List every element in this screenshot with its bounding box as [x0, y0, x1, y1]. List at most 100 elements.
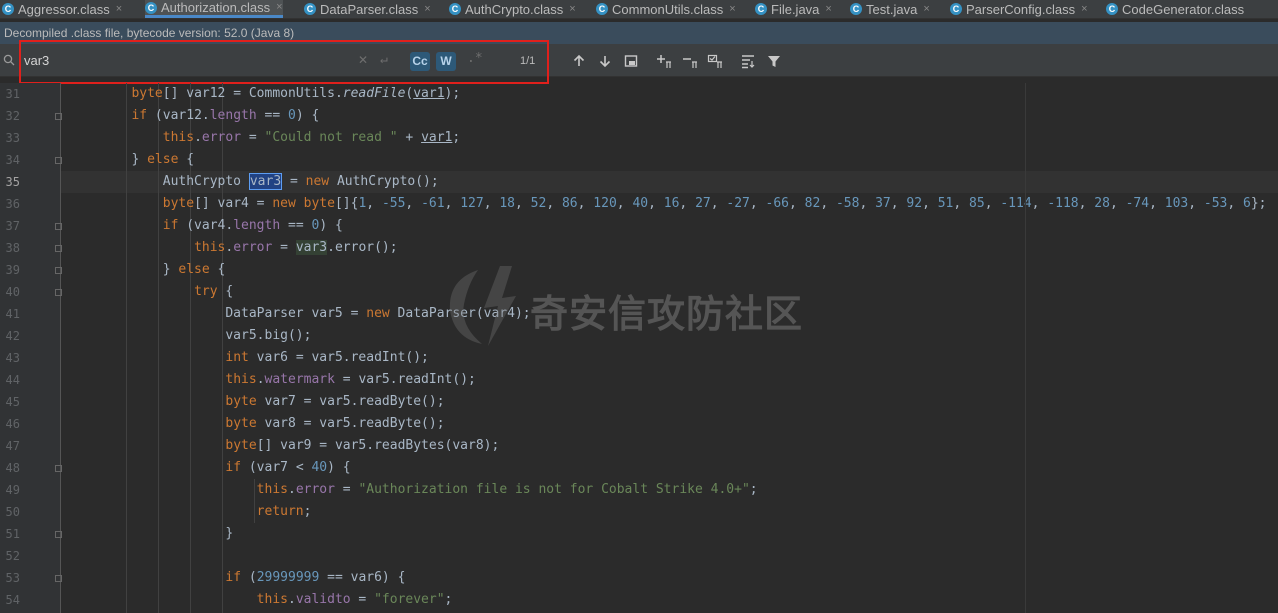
- tab-label: DataParser.class: [320, 1, 419, 17]
- class-file-icon: C: [304, 3, 316, 15]
- class-file-icon: C: [950, 3, 962, 15]
- code-line: int var6 = var5.readInt();: [225, 350, 429, 365]
- open-in-window-icon[interactable]: [623, 53, 639, 69]
- tab-label: Aggressor.class: [18, 1, 110, 17]
- tab-aggressor[interactable]: C Aggressor.class ×: [2, 0, 122, 18]
- close-icon[interactable]: ×: [923, 2, 929, 17]
- code-editor[interactable]: byte[] var12 = CommonUtils.readFile(var1…: [61, 83, 1278, 613]
- code-line: this.watermark = var5.readInt();: [225, 372, 476, 387]
- tab-test-java[interactable]: C Test.java ×: [850, 0, 930, 18]
- watermark-text: 奇安信攻防社区: [530, 292, 804, 336]
- code-line: } else {: [61, 152, 195, 167]
- class-file-icon: C: [1106, 3, 1118, 15]
- code-line: }: [61, 526, 234, 541]
- select-all-occurrences-icon[interactable]: [707, 53, 723, 69]
- class-file-icon: C: [2, 3, 14, 15]
- class-file-icon: C: [850, 3, 862, 15]
- close-icon[interactable]: ×: [729, 2, 735, 17]
- whole-words-toggle[interactable]: W: [436, 52, 456, 71]
- code-line: byte var7 = var5.readByte();: [225, 394, 445, 409]
- tab-authcrypto[interactable]: C AuthCrypto.class ×: [449, 0, 576, 18]
- close-icon[interactable]: ×: [825, 2, 831, 17]
- search-match: var3: [248, 173, 283, 190]
- find-bar: ✕ ↵ Cc W .* 1/1: [0, 44, 1278, 77]
- next-occurrence-icon[interactable]: [597, 53, 613, 69]
- tab-codegenerator[interactable]: C CodeGenerator.class: [1106, 0, 1244, 18]
- line-number: 31: [5, 87, 20, 101]
- code-line: byte[] var4 = new byte[]{1, -55, -61, 12…: [162, 196, 1267, 211]
- match-count: 1/1: [520, 55, 536, 67]
- code-line: if (var12.length == 0) {: [131, 108, 320, 123]
- line-number: 42: [5, 329, 20, 343]
- code-line: } else {: [61, 262, 226, 277]
- line-number: 41: [5, 307, 20, 321]
- close-icon[interactable]: ×: [116, 2, 122, 17]
- class-file-icon: C: [755, 3, 767, 15]
- code-line: if (var4.length == 0) {: [162, 218, 343, 233]
- clear-search-icon[interactable]: ✕: [358, 53, 368, 67]
- line-number: 38: [5, 241, 20, 255]
- tab-label: ParserConfig.class: [966, 1, 1076, 17]
- tab-parserconfig[interactable]: C ParserConfig.class ×: [950, 0, 1088, 18]
- search-icon[interactable]: [3, 54, 15, 66]
- code-line: this.error = "Could not read " + var1;: [162, 130, 461, 145]
- remove-occurrence-icon[interactable]: [682, 53, 698, 69]
- close-icon[interactable]: ×: [276, 0, 282, 15]
- new-line-icon[interactable]: ↵: [380, 52, 388, 67]
- right-margin-guide: [1025, 83, 1026, 613]
- tab-file-java[interactable]: C File.java ×: [755, 0, 832, 18]
- code-line: byte[] var12 = CommonUtils.readFile(var1…: [131, 86, 461, 101]
- code-line: this.error = "Authorization file is not …: [256, 482, 758, 497]
- tab-label: Authorization.class: [161, 0, 271, 15]
- add-occurrence-icon[interactable]: [656, 53, 672, 69]
- tab-label: File.java: [771, 1, 820, 17]
- tab-label: AuthCrypto.class: [465, 1, 564, 17]
- line-number: 37: [5, 219, 20, 233]
- line-number: 52: [5, 549, 20, 563]
- decompiled-info-bar: Decompiled .class file, bytecode version…: [0, 22, 1278, 44]
- line-number: 39: [5, 263, 20, 277]
- tab-commonutils[interactable]: C CommonUtils.class ×: [596, 0, 736, 18]
- line-number: 44: [5, 373, 20, 387]
- previous-occurrence-icon[interactable]: [571, 53, 587, 69]
- code-line: if (var7 < 40) {: [225, 460, 351, 475]
- code-line: byte var8 = var5.readByte();: [225, 416, 445, 431]
- tab-authorization[interactable]: C Authorization.class ×: [145, 0, 283, 18]
- code-line: if (29999999 == var6) {: [225, 570, 406, 585]
- filter-icon[interactable]: [766, 53, 782, 69]
- line-number: 51: [5, 527, 20, 541]
- line-number: 50: [5, 505, 20, 519]
- line-number: 36: [5, 197, 20, 211]
- search-input[interactable]: [20, 50, 358, 70]
- line-number: 40: [5, 285, 20, 299]
- current-line-number: 35: [5, 175, 20, 189]
- tab-label: Test.java: [866, 1, 918, 17]
- line-number: 43: [5, 351, 20, 365]
- close-icon[interactable]: ×: [424, 2, 430, 17]
- line-number: 32: [5, 109, 20, 123]
- class-file-icon: C: [449, 3, 461, 15]
- close-icon[interactable]: ×: [1081, 2, 1087, 17]
- code-line: this.validto = "forever";: [256, 592, 453, 607]
- line-number: 47: [5, 439, 20, 453]
- class-file-icon: C: [596, 3, 608, 15]
- line-number: 54: [5, 593, 20, 607]
- match-case-toggle[interactable]: Cc: [410, 52, 430, 71]
- line-number: 46: [5, 417, 20, 431]
- line-number-gutter: 31 32 33 34 35 36 37 38 39 40 41 42 43 4…: [0, 83, 62, 613]
- tab-label: CommonUtils.class: [612, 1, 724, 17]
- line-number: 48: [5, 461, 20, 475]
- line-number: 45: [5, 395, 20, 409]
- code-line: byte[] var9 = var5.readBytes(var8);: [225, 438, 500, 453]
- tab-dataparser[interactable]: C DataParser.class ×: [304, 0, 431, 18]
- line-number: 34: [5, 153, 20, 167]
- tab-label: CodeGenerator.class: [1122, 1, 1245, 17]
- regex-toggle-icon[interactable]: .*: [467, 51, 483, 66]
- close-icon[interactable]: ×: [569, 2, 575, 17]
- code-line: return;: [256, 504, 312, 519]
- editor-tab-bar: C Aggressor.class × C Authorization.class × …: [0, 0, 1278, 19]
- class-file-icon: C: [145, 1, 157, 14]
- filter-lines-icon[interactable]: [740, 53, 756, 69]
- code-line: AuthCrypto var3 = new AuthCrypto();: [61, 173, 439, 190]
